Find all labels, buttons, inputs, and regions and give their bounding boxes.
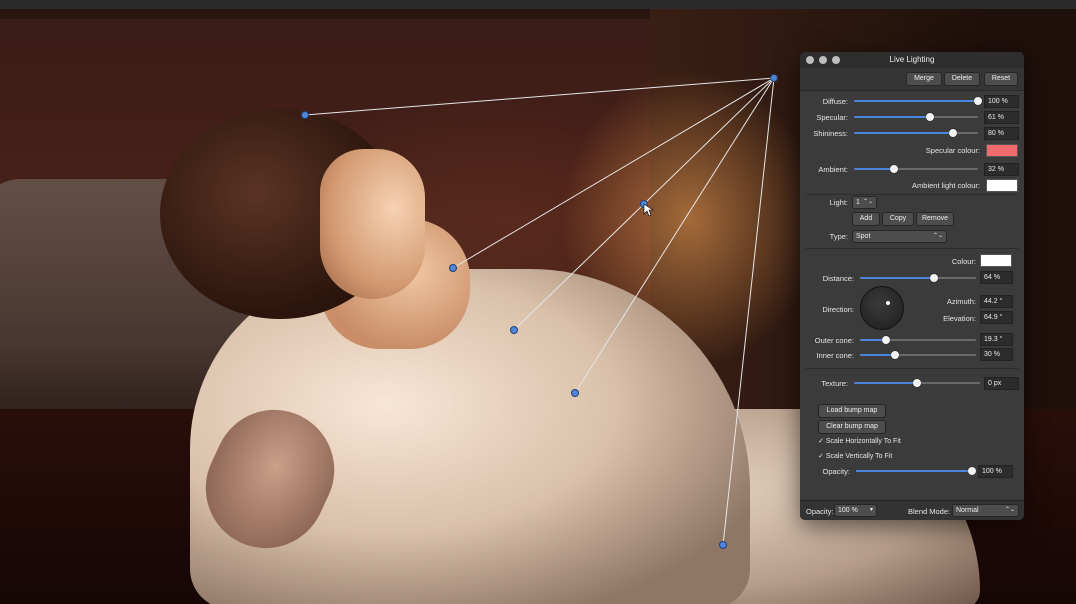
- clear-bump-map-button[interactable]: Clear bump map: [818, 420, 886, 434]
- specular-value[interactable]: 61 %: [984, 111, 1019, 124]
- blend-mode-select[interactable]: Normal ⌃⌄: [952, 504, 1019, 517]
- layer-opacity-select[interactable]: 100 % ▾: [834, 504, 877, 517]
- chevron-up-down-icon: ⌃⌄: [1004, 507, 1015, 513]
- direction-dial-indicator: [886, 301, 890, 305]
- light-type-select[interactable]: Spot ⌃⌄: [852, 230, 947, 243]
- distance-label: Distance:: [822, 274, 854, 283]
- texture-opacity-slider[interactable]: [856, 467, 976, 475]
- specular-colour-label: Specular colour:: [925, 146, 980, 155]
- load-bump-map-button[interactable]: Load bump map: [818, 404, 886, 418]
- reset-button[interactable]: Reset: [984, 72, 1018, 86]
- direction-label: Direction:: [822, 305, 854, 314]
- light-source-handle[interactable]: [770, 74, 778, 82]
- ambient-label: Ambient:: [818, 165, 848, 174]
- light-type-value: Spot: [856, 233, 871, 240]
- add-light-button[interactable]: Add: [852, 212, 880, 226]
- elevation-label: Elevation:: [943, 314, 976, 323]
- inner-cone-label: Inner cone:: [816, 351, 854, 360]
- blend-mode-label: Blend Mode:: [908, 507, 951, 516]
- chevron-down-icon: ▾: [869, 507, 873, 513]
- merge-button[interactable]: Merge: [906, 72, 942, 86]
- panel-title: Live Lighting: [889, 55, 935, 64]
- panel-toolbar: Merge Delete Reset: [800, 68, 1024, 91]
- mouse-cursor-icon: [643, 203, 654, 217]
- ambient-slider[interactable]: [854, 165, 978, 173]
- elevation-value[interactable]: 64.9 °: [980, 311, 1013, 324]
- scale-horizontally-label: Scale Horizontally To Fit: [825, 438, 901, 445]
- diffuse-value[interactable]: 100 %: [984, 95, 1019, 108]
- blend-mode-value: Normal: [956, 507, 979, 514]
- inner-cone-value[interactable]: 30 %: [980, 348, 1013, 361]
- light-guide-line: [574, 77, 775, 394]
- scale-vertically-checkbox[interactable]: ✓ Scale Vertically To Fit: [818, 452, 892, 460]
- inner-cone-slider[interactable]: [860, 351, 976, 359]
- light-target-handle[interactable]: [510, 326, 518, 334]
- chevron-up-down-icon: ⌃⌄: [932, 233, 943, 239]
- layer-opacity-label: Opacity:: [806, 507, 834, 516]
- texture-opacity-value[interactable]: 100 %: [978, 465, 1013, 478]
- colour-label: Colour:: [951, 257, 976, 266]
- specular-colour-swatch[interactable]: [986, 144, 1018, 157]
- texture-label: Texture:: [821, 379, 848, 388]
- diffuse-label: Diffuse:: [822, 97, 848, 106]
- texture-opacity-label: Opacity:: [822, 467, 850, 476]
- divider: [806, 368, 1018, 369]
- light-index-value: 1: [856, 199, 860, 206]
- outer-cone-label: Outer cone:: [814, 336, 854, 345]
- shininess-value[interactable]: 80 %: [984, 127, 1019, 140]
- outer-cone-slider[interactable]: [860, 336, 976, 344]
- panel-titlebar[interactable]: Live Lighting: [800, 52, 1024, 68]
- type-label: Type:: [829, 232, 848, 241]
- ambient-colour-swatch[interactable]: [986, 179, 1018, 192]
- light-spread-handle[interactable]: [719, 541, 727, 549]
- ambient-value[interactable]: 32 %: [984, 163, 1019, 176]
- copy-light-button[interactable]: Copy: [882, 212, 914, 226]
- azimuth-label: Azimuth:: [946, 297, 976, 306]
- stepper-icon: ⌃⌄: [862, 199, 873, 205]
- live-lighting-panel: Live Lighting Merge Delete Reset Diffuse…: [800, 52, 1024, 520]
- light-guide-line: [452, 77, 775, 269]
- ambient-colour-label: Ambient light colour:: [912, 181, 980, 190]
- shininess-label: Shininess:: [813, 129, 848, 138]
- distance-value[interactable]: 64 %: [980, 271, 1013, 284]
- scale-vertically-label: Scale Vertically To Fit: [825, 453, 893, 460]
- specular-slider[interactable]: [854, 113, 978, 121]
- light-spread-handle[interactable]: [301, 111, 309, 119]
- light-label: Light:: [829, 198, 848, 207]
- delete-button[interactable]: Delete: [944, 72, 980, 86]
- checkmark-icon: ✓: [818, 438, 824, 445]
- inner-cone-handle[interactable]: [571, 389, 579, 397]
- specular-label: Specular:: [816, 113, 848, 122]
- layer-opacity-value: 100 %: [838, 507, 858, 514]
- divider: [806, 248, 1018, 249]
- panel-bottom-bar: Opacity: 100 % ▾ Blend Mode: Normal ⌃⌄: [800, 500, 1024, 520]
- divider: [806, 194, 1018, 195]
- light-guide-line: [304, 77, 775, 116]
- texture-slider[interactable]: [854, 379, 980, 387]
- light-index-stepper[interactable]: 1 ⌃⌄: [852, 196, 877, 209]
- light-guide-line: [722, 77, 775, 546]
- azimuth-value[interactable]: 44.2 °: [980, 295, 1013, 308]
- diffuse-slider[interactable]: [854, 97, 982, 105]
- outer-cone-value[interactable]: 19.3 °: [980, 333, 1013, 346]
- shininess-slider[interactable]: [854, 129, 978, 137]
- light-colour-swatch[interactable]: [980, 254, 1012, 267]
- outer-cone-handle[interactable]: [449, 264, 457, 272]
- texture-value[interactable]: 0 px: [984, 377, 1019, 390]
- remove-light-button[interactable]: Remove: [916, 212, 954, 226]
- distance-slider[interactable]: [860, 274, 976, 282]
- scale-horizontally-checkbox[interactable]: ✓ Scale Horizontally To Fit: [818, 437, 901, 445]
- checkmark-icon: ✓: [818, 453, 824, 460]
- direction-dial[interactable]: [860, 286, 904, 330]
